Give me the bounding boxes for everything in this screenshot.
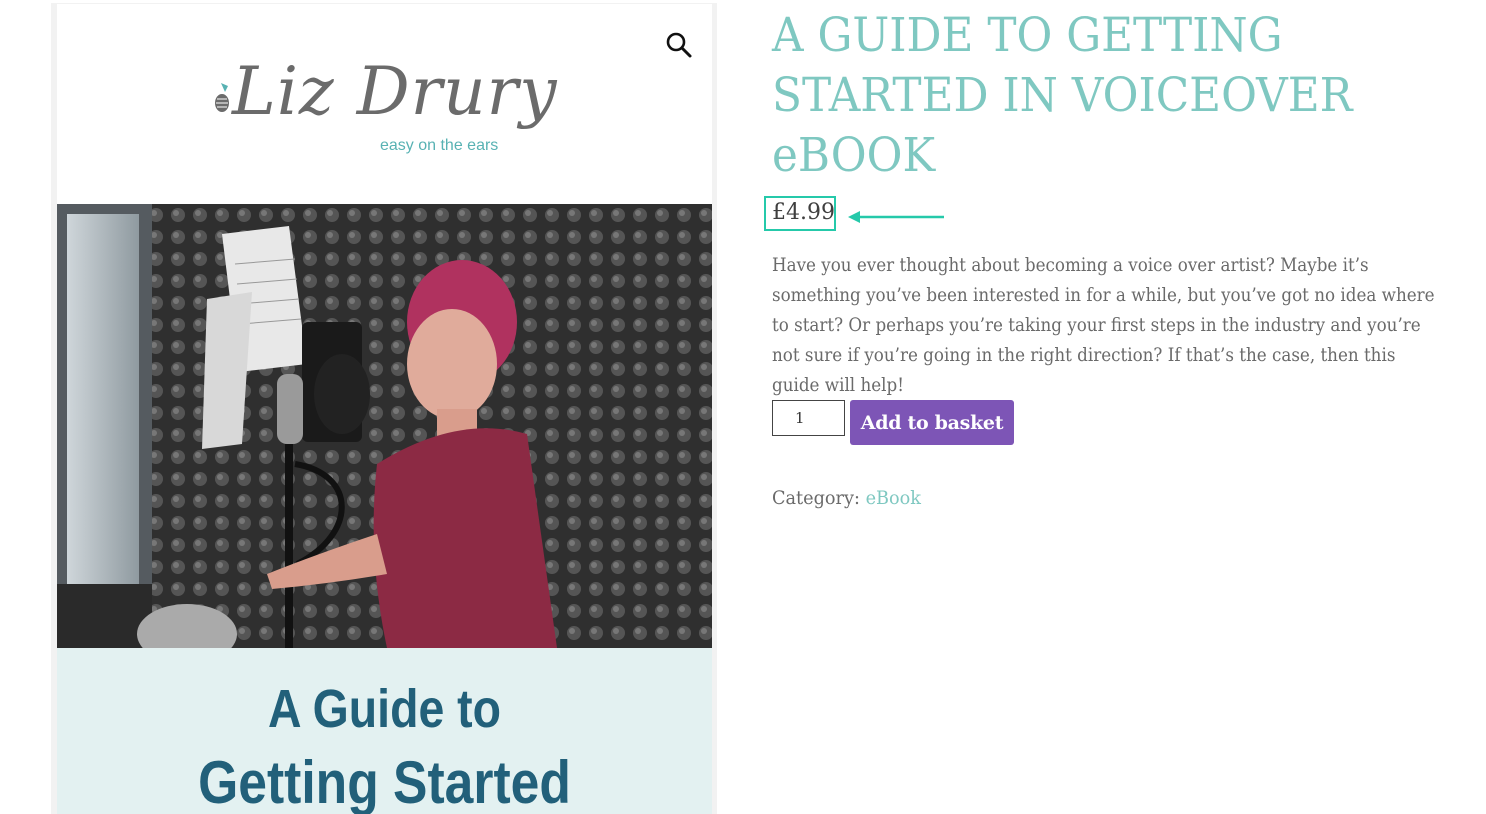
magnifier-icon[interactable] (664, 30, 694, 60)
product-description: Have you ever thought about becoming a v… (772, 255, 1435, 396)
quantity-input[interactable] (772, 400, 845, 436)
brand-logo: Liz Drury easy on the ears (207, 53, 567, 169)
product-price: £4.99 (772, 200, 835, 225)
cover-title-line-2: Getting Started (198, 749, 571, 814)
product-image[interactable]: Liz Drury easy on the ears A Guide to Ge… (57, 4, 712, 814)
cover-title-band: A Guide to Getting Started (57, 648, 712, 814)
cover-title-line-1: A Guide to (267, 679, 502, 739)
category-label: Category: (772, 487, 860, 509)
product-title: A GUIDE TO GETTING STARTED IN VOICEOVER … (772, 8, 1353, 183)
product-gallery: Liz Drury easy on the ears A Guide to Ge… (51, 3, 717, 814)
add-to-basket-button[interactable]: Add to basket (850, 400, 1014, 445)
category-link[interactable]: eBook (866, 487, 921, 509)
arrow-left-icon (848, 211, 944, 223)
logo-wordmark: Liz Drury (232, 53, 558, 130)
product-category: Category: eBook (772, 487, 921, 509)
logo-tagline: easy on the ears (380, 137, 499, 154)
studio-photo (57, 204, 712, 648)
